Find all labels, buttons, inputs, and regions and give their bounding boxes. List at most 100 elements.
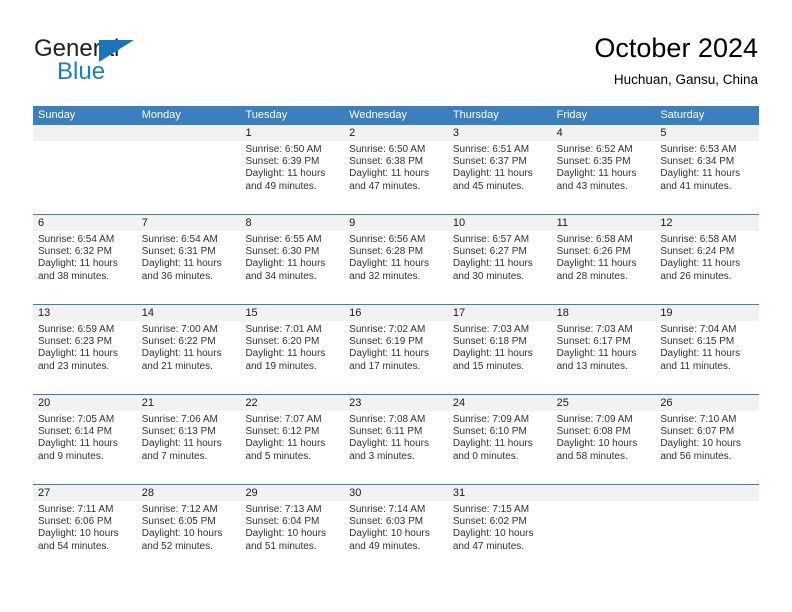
- day-cell[interactable]: Sunrise: 7:15 AM Sunset: 6:02 PM Daylight:…: [448, 501, 552, 574]
- day-detail-line: Sunrise: 7:13 AM: [245, 504, 322, 515]
- day-detail-line: Sunrise: 6:58 AM: [660, 234, 737, 245]
- day-detail-band: Sunrise: 6:54 AM Sunset: 6:32 PM Daylight:…: [33, 231, 759, 304]
- day-cell[interactable]: Sunrise: 6:54 AM Sunset: 6:31 PM Daylight:…: [137, 231, 241, 304]
- day-number[interactable]: 7: [137, 215, 241, 231]
- day-detail-line: Sunset: 6:22 PM: [141, 336, 216, 348]
- day-cell[interactable]: Sunrise: 6:52 AM Sunset: 6:35 PM Daylight:…: [552, 141, 656, 214]
- day-number[interactable]: 5: [655, 125, 759, 141]
- day-cell[interactable]: Sunrise: 7:04 AM Sunset: 6:15 PM Daylight:…: [655, 321, 759, 394]
- day-number[interactable]: 30: [344, 485, 448, 501]
- day-detail-line: Sunset: 6:05 PM: [141, 516, 216, 528]
- day-detail-line: Sunset: 6:23 PM: [38, 336, 112, 348]
- day-number[interactable]: 21: [137, 395, 241, 411]
- day-number-band: 6 7 8 9 10 11 12: [33, 215, 759, 231]
- day-number[interactable]: 27: [33, 485, 137, 501]
- weekday-header-wednesday: Wednesday: [349, 109, 408, 121]
- day-number[interactable]: 20: [33, 395, 137, 411]
- day-detail-line: and 34 minutes.: [245, 270, 317, 282]
- day-cell[interactable]: Sunrise: 7:06 AM Sunset: 6:13 PM Daylight:…: [137, 411, 241, 484]
- day-cell[interactable]: Sunrise: 7:09 AM Sunset: 6:10 PM Daylight:…: [448, 411, 552, 484]
- day-detail-line: Daylight: 10 hours: [38, 528, 119, 540]
- day-cell[interactable]: Sunrise: 7:03 AM Sunset: 6:17 PM Daylight:…: [552, 321, 656, 394]
- day-number[interactable]: 2: [344, 125, 448, 141]
- calendar-week-row: 6 7 8 9 10 11 12 Sunrise: 6:54 AM Sunset: 6:32 P…: [33, 214, 759, 304]
- brand-word-blue: Blue: [57, 58, 106, 85]
- day-cell[interactable]: Sunrise: 6:55 AM Sunset: 6:30 PM Daylight:…: [240, 231, 344, 304]
- day-cell[interactable]: Sunrise: 7:11 AM Sunset: 6:06 PM Daylight:…: [33, 501, 137, 574]
- day-number[interactable]: 26: [655, 395, 759, 411]
- day-detail-line: Daylight: 11 hours: [556, 258, 637, 270]
- day-cell[interactable]: Sunrise: 6:58 AM Sunset: 6:26 PM Daylight:…: [552, 231, 656, 304]
- day-cell[interactable]: Sunrise: 7:13 AM Sunset: 6:04 PM Daylight:…: [240, 501, 344, 574]
- day-number-empty: [655, 485, 759, 501]
- day-number[interactable]: 15: [240, 305, 344, 321]
- day-number[interactable]: 18: [552, 305, 656, 321]
- day-number[interactable]: 31: [448, 485, 552, 501]
- day-cell[interactable]: Sunrise: 6:50 AM Sunset: 6:38 PM Daylight:…: [344, 141, 448, 214]
- calendar-week-row: 1 2 3 4 5 Sunrise: 6:50 AM Sunset: 6:39 PM Dayl…: [33, 125, 759, 214]
- day-cell[interactable]: Sunrise: 6:54 AM Sunset: 6:32 PM Daylight:…: [33, 231, 137, 304]
- day-number[interactable]: 3: [448, 125, 552, 141]
- day-cell[interactable]: Sunrise: 6:56 AM Sunset: 6:28 PM Daylight:…: [344, 231, 448, 304]
- day-cell[interactable]: Sunrise: 6:53 AM Sunset: 6:34 PM Daylight:…: [655, 141, 759, 214]
- day-number[interactable]: 24: [448, 395, 552, 411]
- day-cell[interactable]: Sunrise: 6:59 AM Sunset: 6:23 PM Daylight:…: [33, 321, 137, 394]
- day-detail-line: Sunset: 6:38 PM: [349, 156, 424, 168]
- day-cell[interactable]: Sunrise: 7:09 AM Sunset: 6:08 PM Daylight:…: [552, 411, 656, 484]
- title-block: October 2024 Huchuan, Gansu, China: [594, 32, 758, 90]
- day-cell[interactable]: Sunrise: 7:10 AM Sunset: 6:07 PM Daylight:…: [655, 411, 759, 484]
- day-cell[interactable]: Sunrise: 6:50 AM Sunset: 6:39 PM Daylight:…: [240, 141, 344, 214]
- day-number[interactable]: 19: [655, 305, 759, 321]
- day-detail-line: Sunset: 6:13 PM: [141, 426, 216, 438]
- day-number[interactable]: 12: [655, 215, 759, 231]
- calendar-week-row: 27 28 29 30 31 Sunrise: 7:11 AM Sunset: 6:06 P…: [33, 484, 759, 574]
- day-number[interactable]: 13: [33, 305, 137, 321]
- day-detail-line: Daylight: 11 hours: [38, 348, 118, 360]
- day-cell[interactable]: Sunrise: 7:14 AM Sunset: 6:03 PM Daylight:…: [344, 501, 448, 574]
- day-number[interactable]: 9: [344, 215, 448, 231]
- day-number[interactable]: 4: [552, 125, 656, 141]
- day-cell[interactable]: Sunrise: 7:12 AM Sunset: 6:05 PM Daylight:…: [137, 501, 241, 574]
- day-cell[interactable]: Sunrise: 7:05 AM Sunset: 6:14 PM Daylight:…: [33, 411, 137, 484]
- day-detail-line: Daylight: 10 hours: [141, 528, 223, 540]
- day-number[interactable]: 1: [240, 125, 344, 141]
- day-number[interactable]: 10: [448, 215, 552, 231]
- day-cell[interactable]: Sunrise: 7:00 AM Sunset: 6:22 PM Daylight:…: [137, 321, 241, 394]
- day-detail-line: Sunrise: 7:02 AM: [349, 324, 426, 335]
- calendar-weeks: 1 2 3 4 5 Sunrise: 6:50 AM Sunset: 6:39 PM Dayl…: [33, 125, 759, 574]
- day-detail-line: and 36 minutes.: [141, 270, 213, 282]
- day-number[interactable]: 25: [552, 395, 656, 411]
- day-detail-line: and 13 minutes.: [556, 360, 628, 372]
- day-number[interactable]: 6: [33, 215, 137, 231]
- day-number[interactable]: 29: [240, 485, 344, 501]
- brand-logo[interactable]: General Blue: [34, 36, 224, 88]
- day-number[interactable]: 16: [344, 305, 448, 321]
- day-detail-line: Sunrise: 6:53 AM: [660, 144, 737, 155]
- day-number[interactable]: 17: [448, 305, 552, 321]
- day-cell[interactable]: Sunrise: 7:02 AM Sunset: 6:19 PM Daylight:…: [344, 321, 448, 394]
- day-number[interactable]: 23: [344, 395, 448, 411]
- day-detail-line: and 58 minutes.: [556, 450, 628, 462]
- day-detail-line: Sunrise: 7:09 AM: [452, 414, 530, 425]
- day-cell-empty: [33, 141, 137, 214]
- day-detail-line: Sunrise: 7:03 AM: [452, 324, 530, 335]
- day-detail-line: Sunset: 6:14 PM: [38, 426, 112, 438]
- day-number[interactable]: 14: [137, 305, 241, 321]
- day-cell[interactable]: Sunrise: 7:01 AM Sunset: 6:20 PM Daylight:…: [240, 321, 344, 394]
- day-detail-line: Daylight: 11 hours: [245, 258, 326, 270]
- day-detail-band: Sunrise: 7:05 AM Sunset: 6:14 PM Daylight:…: [33, 411, 759, 484]
- day-cell[interactable]: Sunrise: 7:07 AM Sunset: 6:12 PM Daylight:…: [240, 411, 344, 484]
- day-number[interactable]: 11: [552, 215, 656, 231]
- day-cell[interactable]: Sunrise: 6:58 AM Sunset: 6:24 PM Daylight:…: [655, 231, 759, 304]
- day-number[interactable]: 28: [137, 485, 241, 501]
- day-detail-line: Sunset: 6:30 PM: [245, 246, 320, 258]
- day-number[interactable]: 8: [240, 215, 344, 231]
- day-detail-line: Sunset: 6:12 PM: [245, 426, 320, 438]
- day-number[interactable]: 22: [240, 395, 344, 411]
- weekday-header-saturday: Saturday: [660, 109, 705, 121]
- day-cell[interactable]: Sunrise: 7:08 AM Sunset: 6:11 PM Daylight:…: [344, 411, 448, 484]
- day-cell[interactable]: Sunrise: 6:51 AM Sunset: 6:37 PM Daylight:…: [448, 141, 552, 214]
- day-detail-line: and 32 minutes.: [349, 270, 421, 282]
- day-cell[interactable]: Sunrise: 6:57 AM Sunset: 6:27 PM Daylight:…: [448, 231, 552, 304]
- day-cell[interactable]: Sunrise: 7:03 AM Sunset: 6:18 PM Daylight:…: [448, 321, 552, 394]
